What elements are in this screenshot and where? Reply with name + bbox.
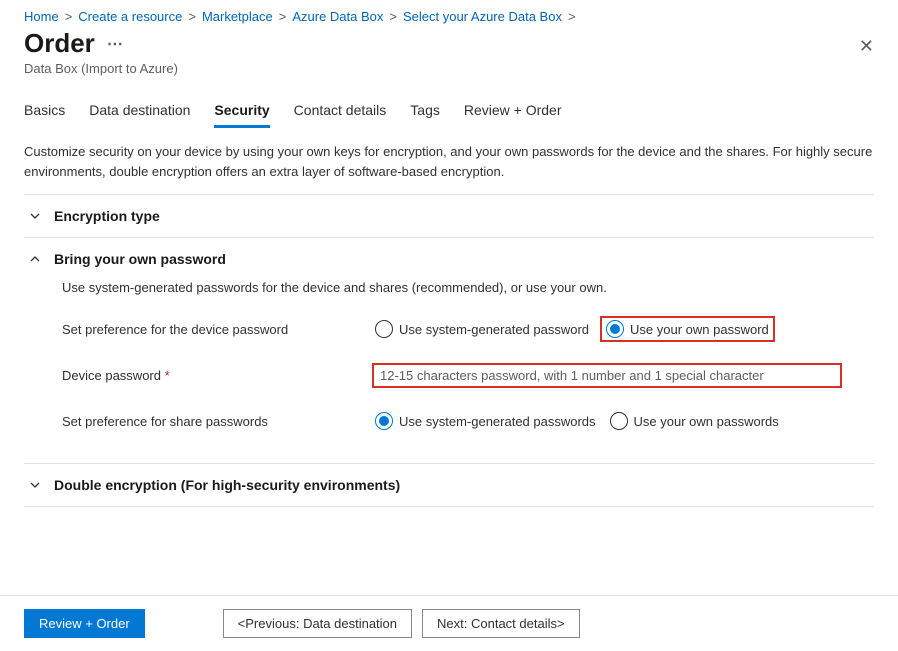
section-double-encryption: Double encryption (For high-security env… bbox=[24, 464, 874, 507]
radio-own-device-password[interactable]: Use your own password bbox=[600, 316, 775, 342]
tab-contact-details[interactable]: Contact details bbox=[294, 102, 387, 128]
section-title-double-encryption: Double encryption (For high-security env… bbox=[54, 477, 400, 493]
breadcrumb-marketplace[interactable]: Marketplace bbox=[202, 9, 273, 24]
tab-tags[interactable]: Tags bbox=[410, 102, 440, 128]
byop-intro: Use system-generated passwords for the d… bbox=[62, 280, 870, 295]
footer: Review + Order <Previous: Data destinati… bbox=[0, 595, 898, 651]
section-toggle-byop[interactable]: Bring your own password bbox=[24, 238, 874, 280]
required-asterisk: * bbox=[165, 368, 170, 383]
page-title: Order ⋯ bbox=[24, 28, 859, 59]
tab-security[interactable]: Security bbox=[214, 102, 269, 128]
row-share-password-pref: Set preference for share passwords Use s… bbox=[62, 407, 870, 435]
chevron-down-icon bbox=[28, 478, 42, 492]
tab-data-destination[interactable]: Data destination bbox=[89, 102, 190, 128]
chevron-right-icon: > bbox=[65, 9, 73, 24]
tabs: Basics Data destination Security Contact… bbox=[0, 80, 898, 128]
previous-button[interactable]: <Previous: Data destination bbox=[223, 609, 412, 638]
section-encryption-type: Encryption type bbox=[24, 195, 874, 238]
review-order-button[interactable]: Review + Order bbox=[24, 609, 145, 638]
radio-label: Use system-generated password bbox=[399, 322, 589, 337]
next-button[interactable]: Next: Contact details> bbox=[422, 609, 580, 638]
section-bring-your-own-password: Bring your own password Use system-gener… bbox=[24, 238, 874, 464]
section-title-byop: Bring your own password bbox=[54, 251, 226, 267]
radio-label: Use your own passwords bbox=[634, 414, 779, 429]
label-device-password-pref: Set preference for the device password bbox=[62, 322, 372, 337]
chevron-right-icon: > bbox=[389, 9, 397, 24]
label-share-password-pref: Set preference for share passwords bbox=[62, 414, 372, 429]
breadcrumb-home[interactable]: Home bbox=[24, 9, 59, 24]
label-device-password: Device password * bbox=[62, 368, 372, 383]
tab-basics[interactable]: Basics bbox=[24, 102, 65, 128]
breadcrumb: Home > Create a resource > Marketplace >… bbox=[0, 0, 898, 28]
radio-system-generated-device[interactable]: Use system-generated password bbox=[372, 319, 592, 339]
row-device-password-pref: Set preference for the device password U… bbox=[62, 315, 870, 343]
chevron-down-icon bbox=[28, 209, 42, 223]
section-toggle-encryption[interactable]: Encryption type bbox=[24, 195, 874, 237]
chevron-right-icon: > bbox=[188, 9, 196, 24]
chevron-right-icon: > bbox=[279, 9, 287, 24]
section-title-encryption: Encryption type bbox=[54, 208, 160, 224]
close-icon[interactable]: ✕ bbox=[859, 36, 874, 57]
breadcrumb-azure-data-box[interactable]: Azure Data Box bbox=[292, 9, 383, 24]
chevron-up-icon bbox=[28, 252, 42, 266]
radio-label: Use your own password bbox=[630, 322, 769, 337]
breadcrumb-select-data-box[interactable]: Select your Azure Data Box bbox=[403, 9, 562, 24]
radio-system-generated-share[interactable]: Use system-generated passwords bbox=[372, 411, 599, 431]
row-device-password: Device password * bbox=[62, 361, 870, 389]
chevron-right-icon: > bbox=[568, 9, 576, 24]
breadcrumb-create-resource[interactable]: Create a resource bbox=[78, 9, 182, 24]
section-toggle-double-encryption[interactable]: Double encryption (For high-security env… bbox=[24, 464, 874, 506]
device-password-input[interactable] bbox=[372, 363, 842, 388]
radio-label: Use system-generated passwords bbox=[399, 414, 596, 429]
radio-own-share-password[interactable]: Use your own passwords bbox=[607, 411, 782, 431]
tab-description: Customize security on your device by usi… bbox=[24, 142, 874, 182]
tab-review-order[interactable]: Review + Order bbox=[464, 102, 562, 128]
page-subtitle: Data Box (Import to Azure) bbox=[24, 61, 859, 76]
page-header: Order ⋯ Data Box (Import to Azure) ✕ bbox=[0, 28, 898, 80]
more-icon[interactable]: ⋯ bbox=[107, 34, 124, 54]
